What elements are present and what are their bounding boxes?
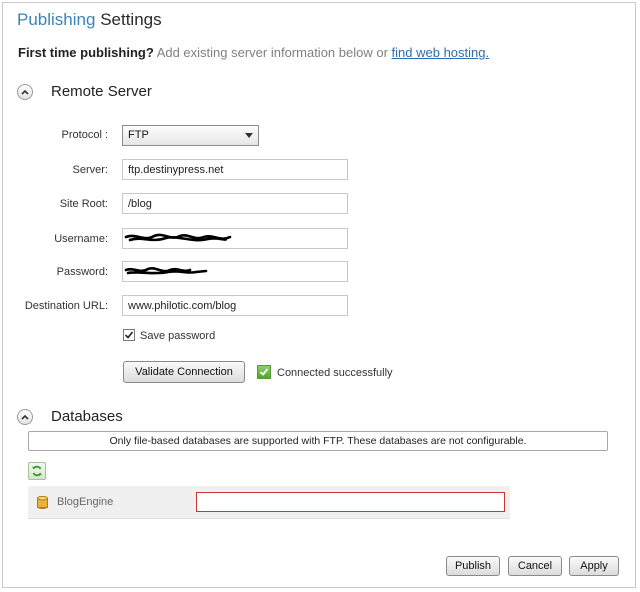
chevron-up-icon[interactable]: [17, 83, 33, 100]
checkmark-icon: [124, 331, 134, 339]
server-input[interactable]: [122, 159, 348, 180]
database-name: BlogEngine: [57, 496, 114, 508]
remote-server-heading: Remote Server: [51, 83, 152, 100]
refresh-button[interactable]: [28, 462, 46, 480]
page-title-part1: Publishing: [17, 10, 96, 29]
database-row: BlogEngine: [28, 486, 510, 519]
site-root-input[interactable]: [122, 193, 348, 214]
publish-button[interactable]: Publish: [446, 556, 500, 576]
success-status-icon: [257, 365, 271, 379]
cancel-button[interactable]: Cancel: [508, 556, 562, 576]
protocol-value: FTP: [128, 129, 149, 141]
username-input[interactable]: [122, 228, 348, 249]
password-label: Password:: [56, 266, 108, 278]
destination-url-input[interactable]: [122, 295, 348, 316]
protocol-label: Protocol :: [61, 129, 108, 141]
databases-notice: Only file-based databases are supported …: [28, 431, 608, 451]
chevron-up-icon[interactable]: [17, 408, 33, 425]
server-label: Server:: [72, 164, 108, 176]
page-title-part2: Settings: [100, 10, 162, 29]
validate-connection-button[interactable]: Validate Connection: [123, 361, 245, 383]
save-password-label: Save password: [140, 330, 216, 342]
password-input[interactable]: [122, 261, 348, 282]
remote-server-header: Remote Server: [17, 83, 152, 100]
apply-button[interactable]: Apply: [569, 556, 619, 576]
checkmark-icon: [259, 368, 269, 376]
databases-heading: Databases: [51, 408, 123, 425]
database-connection-input[interactable]: [196, 492, 505, 512]
refresh-icon: [32, 465, 42, 477]
protocol-select[interactable]: FTP: [122, 125, 259, 146]
intro-lead: First time publishing?: [18, 45, 154, 60]
destination-url-label: Destination URL:: [24, 300, 108, 312]
save-password-checkbox[interactable]: [123, 329, 135, 341]
connection-status-text: Connected successfully: [277, 367, 393, 379]
intro-description: Add existing server information below or: [156, 45, 388, 60]
intro-line: First time publishing? Add existing serv…: [18, 45, 489, 60]
site-root-label: Site Root:: [59, 198, 108, 210]
page-title: Publishing Settings: [17, 10, 162, 30]
databases-header: Databases: [17, 408, 123, 425]
username-label: Username:: [54, 233, 108, 245]
database-icon: [37, 496, 48, 509]
chevron-down-icon: [245, 133, 253, 138]
find-web-hosting-link[interactable]: find web hosting.: [392, 45, 490, 60]
